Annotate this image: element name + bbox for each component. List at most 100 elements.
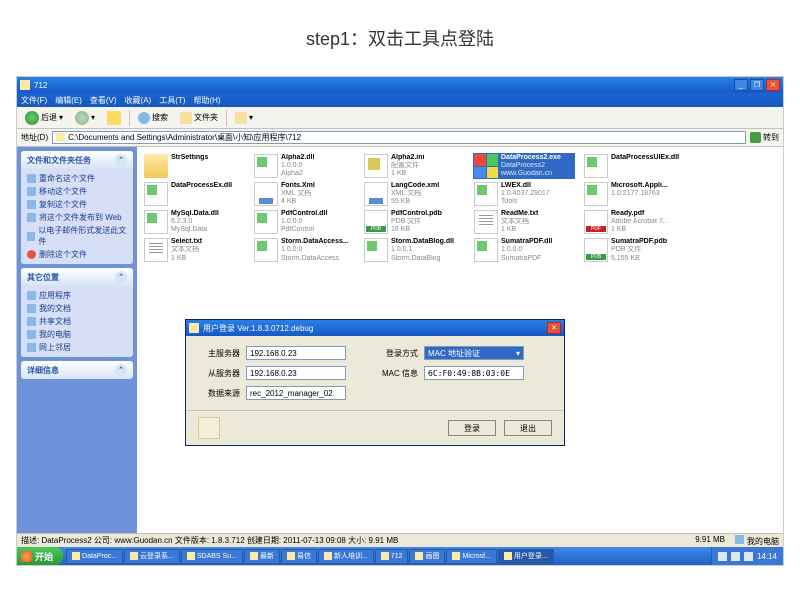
file-item[interactable]: Ready.pdfAdobe Acrobat 7...1 KB: [583, 209, 685, 235]
sidebar-item[interactable]: 应用程序: [27, 289, 127, 302]
login-button[interactable]: 登录: [448, 420, 496, 436]
menu-edit[interactable]: 编辑(E): [55, 95, 82, 106]
explorer-titlebar[interactable]: 712 _ ❐ ✕: [17, 77, 783, 93]
sidebar-item[interactable]: 网上邻居: [27, 341, 127, 354]
sidebar-item[interactable]: 复制这个文件: [27, 198, 127, 211]
file-item[interactable]: Alpha2.dll1.0.0.0Alpha2: [253, 153, 355, 179]
sidebar-item[interactable]: 我的文档: [27, 302, 127, 315]
sidebar-item[interactable]: 重命名这个文件: [27, 172, 127, 185]
file-item[interactable]: LWEX.dll1.0.4037.29017Tools: [473, 181, 575, 207]
login-mode-select[interactable]: MAC 地址验证▾: [424, 346, 524, 360]
taskbar-item[interactable]: 最新: [244, 549, 280, 564]
close-button[interactable]: ✕: [766, 79, 780, 91]
sidebar-item[interactable]: 将这个文件发布到 Web: [27, 211, 127, 224]
login-close-button[interactable]: ✕: [547, 322, 561, 334]
go-button[interactable]: 转到: [750, 132, 779, 143]
file-item[interactable]: Storm.DataBlog.dll1.0.0.1Storm.DataBlog: [363, 237, 465, 263]
sidebar-item[interactable]: 我的电脑: [27, 328, 127, 341]
views-button[interactable]: ▾: [231, 111, 257, 125]
file-item[interactable]: LangCode.xmlXML 文档55 KB: [363, 181, 465, 207]
menu-help[interactable]: 帮助(H): [193, 95, 220, 106]
file-item[interactable]: DataProcess2.exeDataProcess2www.Guodan.c…: [473, 153, 575, 179]
file-item[interactable]: MySql.Data.dll6.2.3.0MySql.Data: [143, 209, 245, 235]
app-icon: [250, 552, 258, 560]
file-item[interactable]: DataProcessEx.dll: [143, 181, 245, 207]
file-item[interactable]: PdfControl.dll1.0.0.0PdfControl: [253, 209, 355, 235]
data-source-input[interactable]: rec_2012_manager_02: [246, 386, 346, 400]
back-button[interactable]: 后退 ▾: [21, 110, 67, 126]
file-item[interactable]: StrSettings: [143, 153, 245, 179]
tray-icon[interactable]: [744, 552, 753, 561]
taskbar-item[interactable]: DataProc...: [66, 549, 123, 564]
explorer-title: 712: [34, 81, 734, 90]
file-item[interactable]: Storm.DataAccess...1.0.0.0Storm.DataAcce…: [253, 237, 355, 263]
menu-tools[interactable]: 工具(T): [159, 95, 185, 106]
taskbar-item[interactable]: 新人培训...: [318, 549, 374, 564]
file-name: Storm.DataAccess...: [281, 238, 354, 246]
taskbar-item[interactable]: 易信: [281, 549, 317, 564]
sidebar-item[interactable]: 移动这个文件: [27, 185, 127, 198]
address-input[interactable]: C:\Documents and Settings\Administrator\…: [52, 131, 746, 144]
sub-server-input[interactable]: 192.168.0.23: [246, 366, 346, 380]
taskbar-item[interactable]: 712: [375, 549, 409, 564]
address-label: 地址(D): [21, 132, 48, 143]
forward-button[interactable]: ▾: [71, 110, 99, 126]
taskbar-item[interactable]: Microsf...: [446, 549, 496, 564]
maximize-button[interactable]: ❐: [750, 79, 764, 91]
file-name: PdfControl.pdb: [391, 210, 464, 218]
exe-icon: [474, 154, 498, 178]
sidebar-panel-header[interactable]: 文件和文件夹任务⌃: [21, 151, 133, 169]
sidebar-item-label: 删除这个文件: [39, 249, 87, 260]
sidebar-item[interactable]: 共享文档: [27, 315, 127, 328]
tray-icon[interactable]: [731, 552, 740, 561]
dll-icon: [584, 182, 608, 206]
menu-file[interactable]: 文件(F): [21, 95, 47, 106]
taskbar-item[interactable]: 云登录系...: [124, 549, 180, 564]
file-item[interactable]: Microsoft.Appli...1.0.2177.18763: [583, 181, 685, 207]
menu-view[interactable]: 查看(V): [90, 95, 117, 106]
login-titlebar[interactable]: 用户登录 Ver.1.8.3.0712.debug ✕: [186, 320, 564, 336]
app-icon: [381, 552, 389, 560]
start-button[interactable]: 开始: [17, 547, 63, 565]
exit-button[interactable]: 退出: [504, 420, 552, 436]
file-item[interactable]: Select.txt文本文档1 KB: [143, 237, 245, 263]
sidebar-item-label: 应用程序: [39, 290, 71, 301]
sidebar-item[interactable]: 删除这个文件: [27, 248, 127, 261]
file-meta: SumatraPDF: [501, 255, 574, 263]
taskbar-item[interactable]: 用户登录...: [498, 549, 554, 564]
folders-button[interactable]: 文件夹: [176, 111, 222, 125]
chevron-down-icon: ▾: [516, 349, 520, 358]
file-name: MySql.Data.dll: [171, 210, 244, 218]
sidebar-item-label: 以电子邮件形式发送此文件: [38, 225, 127, 247]
main-server-input[interactable]: 192.168.0.23: [246, 346, 346, 360]
sidebar-panel-header[interactable]: 其它位置⌃: [21, 268, 133, 286]
file-item[interactable]: SumatraPDF.pdbPDB 文件5,155 KB: [583, 237, 685, 263]
sidebar-panel-header[interactable]: 详细信息⌃: [21, 361, 133, 379]
sub-server-label: 从服务器: [198, 368, 240, 379]
taskbar-item[interactable]: 画图: [409, 549, 445, 564]
tray-icon[interactable]: [718, 552, 727, 561]
system-tray[interactable]: 14:14: [711, 547, 783, 565]
minimize-button[interactable]: _: [734, 79, 748, 91]
file-meta: 1.0.0.0: [281, 162, 354, 170]
file-item[interactable]: Alpha2.ini配置文件1 KB: [363, 153, 465, 179]
menu-favorites[interactable]: 收藏(A): [125, 95, 152, 106]
mail-icon: [27, 232, 35, 241]
file-item[interactable]: SumatraPDF.dll1.0.0.0SumatraPDF: [473, 237, 575, 263]
folder-icon: [144, 154, 168, 178]
file-item[interactable]: ReadMe.txt文本文档1 KB: [473, 209, 575, 235]
file-item[interactable]: Fonts.XmlXML 文档4 KB: [253, 181, 355, 207]
search-button[interactable]: 搜索: [134, 111, 172, 125]
clock[interactable]: 14:14: [757, 552, 777, 561]
desktop: 712 _ ❐ ✕ 文件(F) 编辑(E) 查看(V) 收藏(A) 工具(T) …: [16, 76, 784, 566]
sidebar-item[interactable]: 以电子邮件形式发送此文件: [27, 224, 127, 248]
taskbar-item[interactable]: SDABS Su...: [181, 549, 243, 564]
mac-display: 6C:F0:49:8B:03:0E: [424, 366, 524, 380]
file-item[interactable]: PdfControl.pdbPDB 文件16 KB: [363, 209, 465, 235]
file-meta: 6.2.3.0: [171, 218, 244, 226]
file-meta: PdfControl: [281, 226, 354, 234]
sidebar-panel: 其它位置⌃ 应用程序我的文档共享文档我的电脑网上邻居: [21, 268, 133, 357]
file-item[interactable]: DataProcessUIEx.dll: [583, 153, 685, 179]
up-button[interactable]: [103, 110, 125, 126]
sidebar: 文件和文件夹任务⌃ 重命名这个文件移动这个文件复制这个文件将这个文件发布到 Web…: [17, 147, 137, 547]
